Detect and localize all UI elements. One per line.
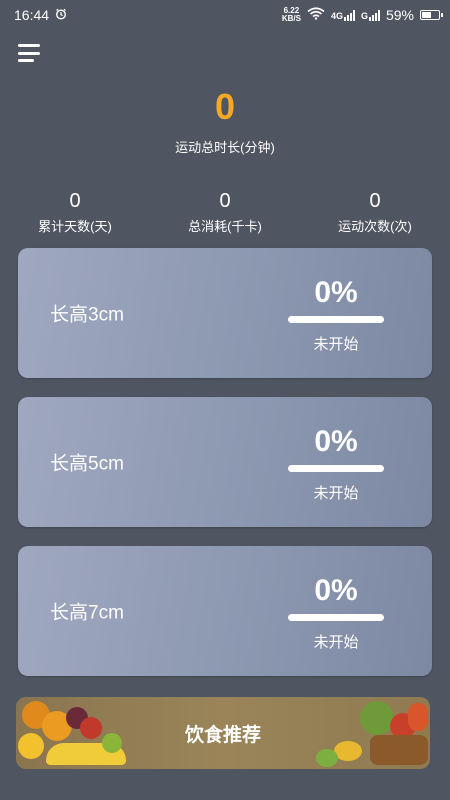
stat-sessions: 0 运动次数(次) bbox=[300, 188, 450, 235]
stat-calories-value: 0 bbox=[219, 190, 231, 212]
status-left: 16:44 bbox=[14, 7, 67, 23]
battery-percent: 59% bbox=[385, 7, 414, 23]
total-minutes-value: 0 bbox=[214, 86, 236, 127]
cell-signal-icon: 4G bbox=[330, 9, 355, 21]
net-speed-unit: KB/S bbox=[281, 14, 301, 23]
progress-bar bbox=[288, 465, 384, 472]
stat-days-label: 累计天数(天) bbox=[38, 219, 112, 234]
diet-recommendation-banner[interactable]: 饮食推荐 bbox=[16, 697, 430, 769]
progress-bar bbox=[288, 614, 384, 621]
plan-card-5cm[interactable]: 长高5cm 0% 未开始 bbox=[18, 397, 432, 527]
stat-sessions-value: 0 bbox=[369, 190, 381, 212]
alarm-clock-icon bbox=[55, 7, 67, 23]
stat-calories-label: 总消耗(千卡) bbox=[188, 219, 262, 234]
plan-percent: 0% bbox=[314, 276, 358, 309]
menu-button[interactable] bbox=[18, 42, 42, 64]
battery-fill bbox=[422, 12, 431, 18]
status-time: 16:44 bbox=[14, 7, 50, 23]
status-bar: 16:44 6.22 KB/S 4G G 59% bbox=[0, 0, 450, 30]
hamburger-menu-icon-line bbox=[18, 44, 40, 47]
stat-days: 0 累计天数(天) bbox=[0, 188, 150, 235]
battery-icon bbox=[420, 10, 443, 20]
signal-2-label: G bbox=[360, 10, 368, 21]
plan-progress: 0% 未开始 bbox=[288, 574, 384, 652]
status-right: 6.22 KB/S 4G G 59% bbox=[282, 7, 443, 23]
signal-1-label: 4G bbox=[330, 10, 343, 21]
wifi-icon bbox=[307, 7, 325, 23]
diet-recommendation-label: 饮食推荐 bbox=[184, 724, 261, 746]
total-minutes-label: 运动总时长(分钟) bbox=[175, 140, 275, 155]
plan-progress: 0% 未开始 bbox=[288, 276, 384, 354]
plan-title: 长高5cm bbox=[50, 453, 124, 475]
plan-card-3cm[interactable]: 长高3cm 0% 未开始 bbox=[18, 248, 432, 378]
stats-row: 0 累计天数(天) 0 总消耗(千卡) 0 运动次数(次) bbox=[0, 188, 450, 235]
plan-percent: 0% bbox=[314, 425, 358, 458]
net-speed: 6.22 KB/S bbox=[282, 7, 301, 23]
plan-status: 未开始 bbox=[313, 336, 359, 353]
plan-percent: 0% bbox=[314, 574, 358, 607]
plan-progress: 0% 未开始 bbox=[288, 425, 384, 503]
stat-sessions-label: 运动次数(次) bbox=[338, 219, 412, 234]
hamburger-menu-icon-line bbox=[18, 51, 40, 55]
stat-days-value: 0 bbox=[69, 190, 81, 212]
plan-card-7cm[interactable]: 长高7cm 0% 未开始 bbox=[18, 546, 432, 676]
progress-bar bbox=[288, 316, 384, 323]
cell-signal-2-icon: G bbox=[360, 9, 380, 21]
plan-title: 长高7cm bbox=[50, 602, 124, 624]
plan-status: 未开始 bbox=[313, 634, 359, 651]
hamburger-menu-icon-line bbox=[18, 59, 34, 62]
plan-status: 未开始 bbox=[313, 485, 359, 502]
plan-title: 长高3cm bbox=[50, 304, 124, 326]
stat-calories: 0 总消耗(千卡) bbox=[150, 188, 300, 235]
